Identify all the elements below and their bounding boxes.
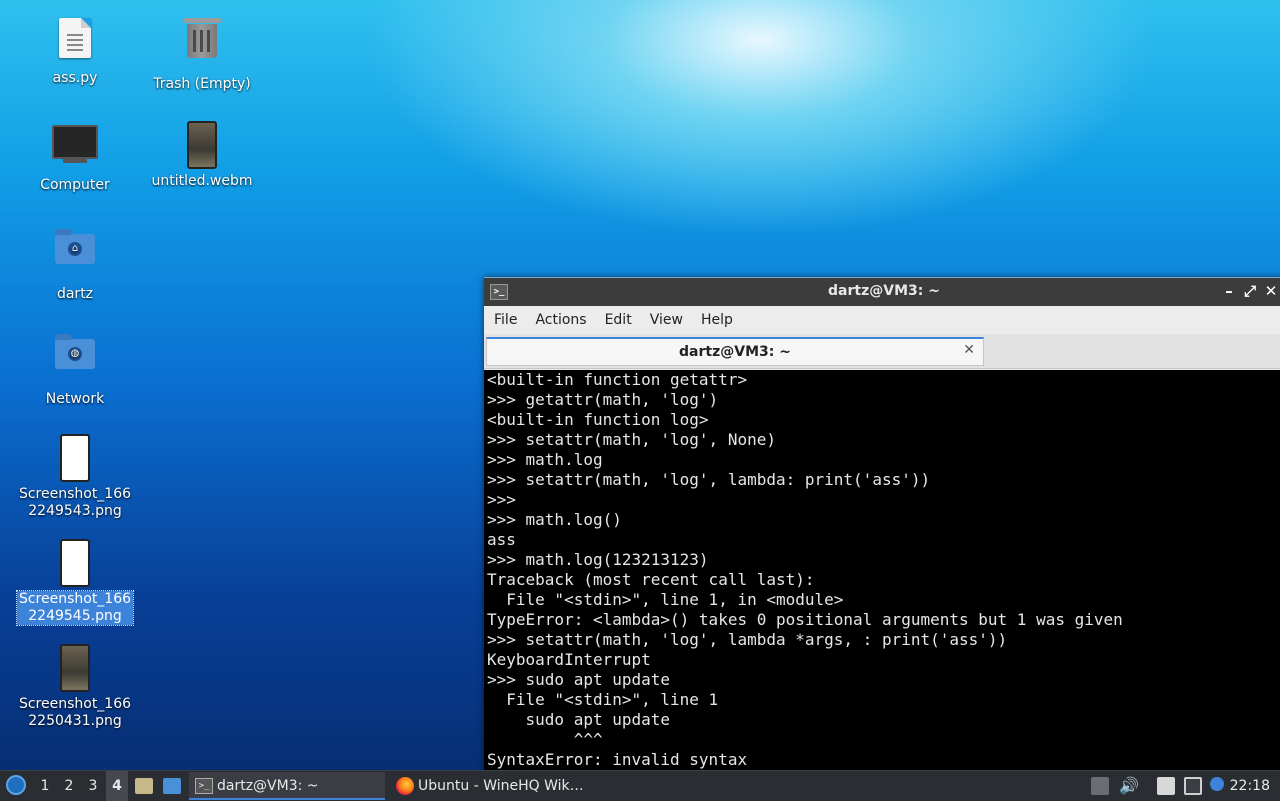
desktop-icon-label: ass.py — [52, 70, 98, 86]
terminal-line: >>> — [487, 490, 526, 509]
desktop-icon-label: Trash (Empty) — [153, 76, 251, 92]
terminal-line: File "<stdin>", line 1, in <module> — [487, 590, 844, 609]
workspace-3[interactable]: 3 — [82, 771, 104, 801]
updates-icon[interactable] — [1210, 777, 1224, 791]
window-titlebar[interactable]: >_ dartz@VM3: ~ – ⤢ ✕ — [484, 278, 1280, 306]
terminal-window[interactable]: >_ dartz@VM3: ~ – ⤢ ✕ File Actions Edit Vie… — [484, 277, 1280, 771]
menu-edit[interactable]: Edit — [595, 306, 640, 328]
trash-icon — [178, 18, 226, 72]
menu-file[interactable]: File — [484, 306, 525, 328]
desktop-icon-ass-py[interactable]: ass.py — [15, 14, 135, 87]
python-file-icon — [51, 18, 99, 66]
menu-actions[interactable]: Actions — [525, 306, 594, 328]
terminal-line: >>> setattr(math, 'log', lambda: print('… — [487, 470, 931, 489]
workspace-2[interactable]: 2 — [58, 771, 80, 801]
menu-view[interactable]: View — [640, 306, 691, 328]
task-label: dartz@VM3: ~ — [217, 778, 319, 794]
image-file-icon — [51, 644, 99, 692]
task-firefox[interactable]: Ubuntu - WineHQ Wik… — [390, 772, 590, 800]
clock[interactable]: 22:18 — [1230, 771, 1270, 801]
desktop-icon-label: Screenshot_166 2250431.png — [18, 696, 132, 729]
clipboard-icon[interactable] — [1157, 777, 1175, 795]
desktop-icon-network[interactable]: ◍ Network — [15, 329, 135, 408]
desktop-icon-screenshot-1[interactable]: Screenshot_166 2249543.png — [15, 432, 135, 520]
show-desktop-icon[interactable] — [163, 778, 181, 794]
tab-close-icon[interactable]: ✕ — [963, 342, 975, 358]
start-menu-icon[interactable] — [6, 775, 26, 795]
tab-terminal[interactable]: dartz@VM3: ~ ✕ — [486, 337, 984, 366]
menu-bar: File Actions Edit View Help — [484, 306, 1280, 334]
desktop-icon-computer[interactable]: Computer — [15, 119, 135, 194]
terminal-icon: >_ — [195, 778, 213, 794]
task-label: Ubuntu - WineHQ Wik… — [418, 778, 584, 794]
tray-expand-icon[interactable] — [1091, 777, 1109, 795]
terminal-line: <built-in function log> — [487, 410, 709, 429]
minimize-icon[interactable]: – — [1221, 282, 1237, 300]
terminal-line: KeyboardInterrupt — [487, 650, 651, 669]
network-folder-icon: ◍ — [51, 334, 99, 387]
desktop-icon-label: Network — [45, 391, 105, 407]
desktop-icon-label: Screenshot_166 2249543.png — [18, 486, 132, 519]
terminal-line: File "<stdin>", line 1 — [487, 690, 719, 709]
terminal-output[interactable]: <built-in function getattr> >>> getattr(m… — [484, 370, 1280, 771]
terminal-line: >>> math.log — [487, 450, 603, 469]
desktop-icon-dartz[interactable]: ⌂ dartz — [15, 224, 135, 303]
video-file-icon — [178, 121, 226, 169]
window-title: dartz@VM3: ~ — [828, 283, 940, 299]
desktop-icon-label: Screenshot_166 2249545.png — [15, 590, 135, 626]
taskbar: 1 2 3 4 >_ dartz@VM3: ~ Ubuntu - WineHQ … — [0, 770, 1280, 801]
desktop-icon-screenshot-3[interactable]: Screenshot_166 2250431.png — [15, 642, 135, 730]
tab-bar: dartz@VM3: ~ ✕ — [484, 334, 1280, 369]
terminal-line: Traceback (most recent call last): — [487, 570, 815, 589]
firefox-icon — [396, 777, 414, 795]
desktop-icon-screenshot-2[interactable]: Screenshot_166 2249545.png — [15, 537, 135, 626]
network-icon[interactable] — [1184, 777, 1202, 795]
close-icon[interactable]: ✕ — [1263, 282, 1279, 300]
terminal-line: >>> math.log(123213123) — [487, 550, 709, 569]
computer-icon — [51, 125, 99, 173]
terminal-line: >>> setattr(math, 'log', None) — [487, 430, 776, 449]
image-file-icon — [51, 434, 99, 482]
terminal-line: >>> setattr(math, 'log', lambda *args, :… — [487, 630, 1008, 649]
file-manager-icon[interactable] — [135, 778, 153, 794]
desktop-icon-trash[interactable]: Trash (Empty) — [142, 14, 262, 93]
workspace-1[interactable]: 1 — [34, 771, 56, 801]
maximize-icon[interactable]: ⤢ — [1242, 282, 1258, 300]
image-file-icon — [51, 539, 99, 587]
home-folder-icon: ⌂ — [51, 229, 99, 282]
desktop-icon-untitled-webm[interactable]: untitled.webm — [142, 119, 262, 190]
task-terminal[interactable]: >_ dartz@VM3: ~ — [189, 772, 385, 800]
terminal-line: ^^^ — [487, 730, 603, 749]
terminal-line: >>> math.log() — [487, 510, 622, 529]
terminal-line: <built-in function getattr> — [487, 370, 748, 389]
menu-help[interactable]: Help — [691, 306, 741, 328]
desktop-icon-label: untitled.webm — [151, 173, 253, 189]
terminal-line: TypeError: <lambda>() takes 0 positional… — [487, 610, 1123, 629]
tab-label: dartz@VM3: ~ — [679, 344, 791, 360]
terminal-line: >>> sudo apt update — [487, 670, 671, 689]
desktop-icon-label: Computer — [40, 177, 110, 193]
desktop-icon-label: dartz — [56, 286, 94, 302]
workspace-4[interactable]: 4 — [106, 771, 128, 801]
terminal-line: ass — [487, 530, 516, 549]
terminal-line: sudo apt update — [487, 710, 671, 729]
volume-icon[interactable]: 🔊 — [1119, 771, 1139, 801]
terminal-line: >>> getattr(math, 'log') — [487, 390, 719, 409]
terminal-line: SyntaxError: invalid syntax — [487, 750, 748, 769]
